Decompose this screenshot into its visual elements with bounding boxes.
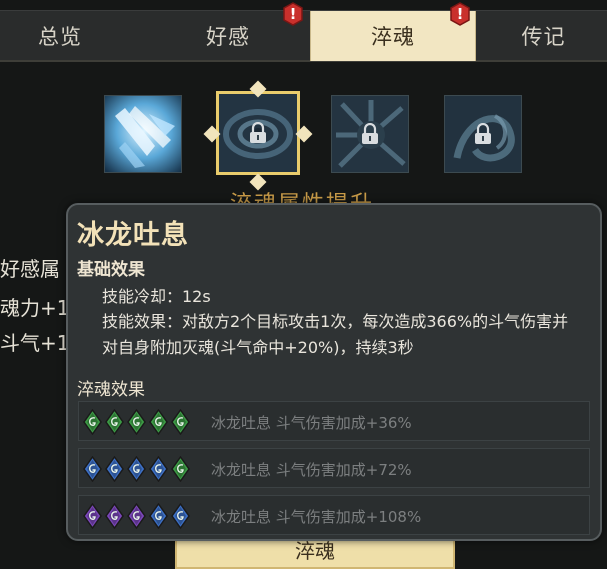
temper-effect-text: 冰龙吐息 斗气伤害加成+72%: [211, 461, 412, 479]
purple-soul-gem-icon: [127, 503, 146, 529]
gem-set: [83, 456, 190, 482]
skill-tooltip: 冰龙吐息 基础效果 技能冷却：12s 技能效果：对敌方2个目标攻击1次，每次造成…: [66, 203, 602, 541]
green-soul-gem-icon: [171, 456, 190, 482]
green-soul-gem-icon: [171, 409, 190, 435]
purple-soul-gem-icon: [105, 503, 124, 529]
green-soul-gem-icon: [149, 409, 168, 435]
skill-icon-locked-selected[interactable]: [216, 91, 300, 175]
blue-soul-gem-icon: [171, 503, 190, 529]
soul-power-stat: 魂力+1: [0, 296, 70, 320]
affinity-attribute-label: 好感属: [0, 257, 60, 281]
base-effect-heading: 基础效果: [77, 260, 145, 280]
green-soul-gem-icon: [127, 409, 146, 435]
skill-icon-ice-dragon[interactable]: [104, 95, 182, 173]
alert-badge-soul-temper: !: [449, 2, 471, 26]
tab-biography-label: 传记: [521, 25, 566, 49]
lock-icon: [362, 123, 378, 144]
skill-icon-locked-2[interactable]: [331, 95, 409, 173]
temper-effect-row: 冰龙吐息 斗气伤害加成+72%: [78, 448, 590, 488]
tab-overview[interactable]: 总览: [0, 11, 120, 61]
gem-set: [83, 503, 190, 529]
temper-effect-row: 冰龙吐息 斗气伤害加成+36%: [78, 401, 590, 441]
temper-effect-text: 冰龙吐息 斗气伤害加成+108%: [211, 508, 422, 526]
lock-icon: [250, 122, 266, 143]
blue-soul-gem-icon: [149, 456, 168, 482]
blue-soul-gem-icon: [83, 456, 102, 482]
skill-cooldown: 技能冷却：12s: [102, 287, 211, 306]
skill-icon-locked-3[interactable]: [444, 95, 522, 173]
skill-name: 冰龙吐息: [77, 220, 189, 251]
blue-soul-gem-icon: [149, 503, 168, 529]
gem-set: [83, 409, 190, 435]
blue-soul-gem-icon: [105, 456, 124, 482]
temper-effect-heading: 淬魂效果: [77, 380, 145, 400]
douqi-stat: 斗气+1: [0, 331, 70, 355]
alert-badge-soul-temper-mark: !: [456, 5, 464, 23]
lock-icon: [475, 123, 491, 144]
green-soul-gem-icon: [105, 409, 124, 435]
tab-overview-label: 总览: [38, 25, 82, 49]
temper-effect-text: 冰龙吐息 斗气伤害加成+36%: [211, 414, 412, 432]
alert-badge-affinity: !: [282, 2, 304, 26]
temper-effect-row: 冰龙吐息 斗气伤害加成+108%: [78, 495, 590, 535]
skill-effect-description: 技能效果：对敌方2个目标攻击1次，每次造成366%的斗气伤害并对自身附加灭魂(斗…: [102, 312, 569, 357]
blue-soul-gem-icon: [127, 456, 146, 482]
tab-biography[interactable]: 传记: [480, 11, 607, 61]
green-soul-gem-icon: [83, 409, 102, 435]
purple-soul-gem-icon: [83, 503, 102, 529]
tab-affinity-label: 好感: [206, 25, 250, 49]
alert-badge-affinity-mark: !: [289, 5, 297, 23]
tab-soul-temper-label: 淬魂: [371, 25, 415, 49]
